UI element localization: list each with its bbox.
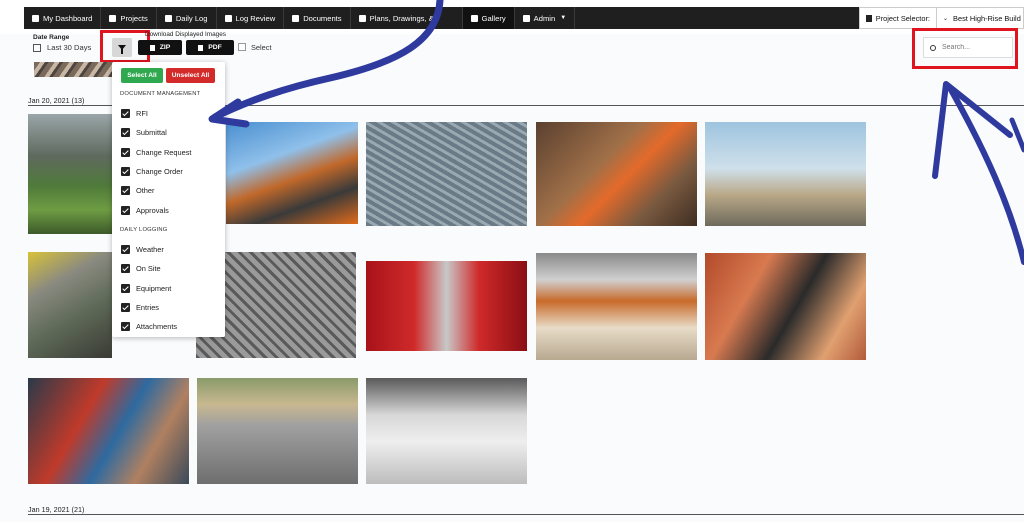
checkbox-checked[interactable] — [121, 128, 130, 137]
unselect-all-button[interactable]: Unselect All — [166, 68, 215, 83]
date-range-select[interactable]: Last 30 Days — [33, 43, 91, 52]
photo-fresh-concrete-pour[interactable] — [197, 378, 358, 484]
calendar-icon — [33, 43, 41, 52]
nav-documents[interactable]: Documents — [284, 7, 351, 29]
daily-log-icon — [164, 14, 172, 22]
checkbox-checked[interactable] — [121, 303, 130, 312]
date-range-label: Date Range — [33, 34, 70, 41]
checkbox-checked[interactable] — [121, 264, 130, 273]
main-nav: My Dashboard Projects Daily Log Log Revi… — [24, 7, 1024, 29]
checkbox-checked[interactable] — [121, 109, 130, 118]
nav-my-dashboard[interactable]: My Dashboard — [24, 7, 102, 29]
select-label: Select — [251, 43, 272, 52]
filter-option-submittal[interactable]: Submittal — [121, 128, 167, 137]
project-selector[interactable]: Project Selector: ⌄ Best High-Rise Build — [858, 7, 1024, 29]
filter-option-approvals[interactable]: Approvals — [121, 206, 169, 215]
checkbox-checked[interactable] — [121, 206, 130, 215]
filter-option-rfi[interactable]: RFI — [121, 109, 148, 118]
filter-option-entries[interactable]: Entries — [121, 303, 159, 312]
photo-concrete-pump-worker[interactable] — [705, 122, 866, 226]
photo-hallway-interior-framing[interactable] — [536, 253, 697, 360]
checkbox-checked[interactable] — [121, 186, 130, 195]
projects-icon — [109, 14, 117, 22]
photo-rainy-construction-site[interactable] — [28, 114, 112, 234]
nav-plans-drawings[interactable]: Plans, Drawings, & — [351, 7, 463, 29]
arrow-to-search-head — [932, 81, 1013, 179]
search-highlight-box — [912, 28, 1018, 69]
building-icon — [865, 14, 872, 22]
download-pdf-button[interactable]: PDF — [186, 40, 234, 55]
filter-option-on-site[interactable]: On Site — [121, 264, 161, 273]
filter-option-weather[interactable]: Weather — [121, 245, 164, 254]
download-zip-button[interactable]: ZIP — [138, 40, 182, 55]
gallery-icon — [470, 14, 478, 22]
group-heading: DOCUMENT MANAGEMENT — [120, 91, 201, 97]
filter-option-change-request[interactable]: Change Request — [121, 148, 191, 157]
nav-gallery[interactable]: Gallery — [462, 7, 515, 29]
checkbox-checked[interactable] — [121, 148, 130, 157]
plans-icon — [358, 14, 366, 22]
filter-option-equipment[interactable]: Equipment — [121, 284, 171, 293]
file-icon — [198, 44, 204, 51]
admin-icon — [522, 14, 530, 22]
chevron-down-icon: ⌄ — [943, 15, 949, 22]
file-icon — [149, 44, 155, 51]
photo-electrical-wiring-wall[interactable] — [705, 253, 866, 360]
section-title: Jan 20, 2021 (13) — [28, 96, 85, 105]
nav-projects[interactable]: Projects — [101, 7, 157, 29]
nav-admin[interactable]: Admin ▼ — [515, 7, 576, 29]
checkbox-checked[interactable] — [121, 284, 130, 293]
dashboard-icon — [32, 14, 39, 22]
photo-burst-water-pipe[interactable] — [366, 261, 527, 351]
filter-dropdown: Select All Unselect All DOCUMENT MANAGEM… — [112, 62, 225, 337]
section-divider — [28, 514, 1024, 515]
photo-empty-interior-floor[interactable] — [366, 378, 527, 484]
section-title: Jan 19, 2021 (21) — [28, 505, 85, 514]
partial-photo-strip — [34, 62, 114, 77]
photo-worker-in-rebar-trench[interactable] — [536, 122, 697, 226]
nav-log-review[interactable]: Log Review — [217, 7, 285, 29]
photo-workers-placing-rebar[interactable] — [366, 122, 527, 226]
filter-option-attachments[interactable]: Attachments — [121, 322, 177, 331]
select-all-button[interactable]: Select All — [121, 68, 163, 83]
log-review-icon — [224, 14, 232, 22]
caret-down-icon: ▼ — [560, 15, 567, 21]
nav-daily-log[interactable]: Daily Log — [157, 7, 217, 29]
top-bar: My Dashboard Projects Daily Log Log Revi… — [0, 0, 1024, 34]
photo-plumber-fixing-valve[interactable] — [28, 378, 189, 484]
filter-option-other[interactable]: Other — [121, 186, 154, 195]
filter-option-change-order[interactable]: Change Order — [121, 167, 183, 176]
checkbox-checked[interactable] — [121, 167, 130, 176]
checkbox-checked[interactable] — [121, 245, 130, 254]
folder-icon — [292, 14, 300, 22]
download-label: Download Displayed Images — [145, 31, 226, 38]
arrow-to-search-line — [947, 85, 1024, 265]
group-heading: DAILY LOGGING — [120, 227, 168, 233]
arrow-extra-stroke — [1009, 117, 1024, 153]
select-checkbox[interactable] — [238, 43, 246, 51]
checkbox-checked[interactable] — [121, 322, 130, 331]
photo-ironworkers-on-scaffold[interactable] — [226, 122, 358, 224]
photo-worker-cutting-rebar[interactable] — [28, 252, 112, 358]
